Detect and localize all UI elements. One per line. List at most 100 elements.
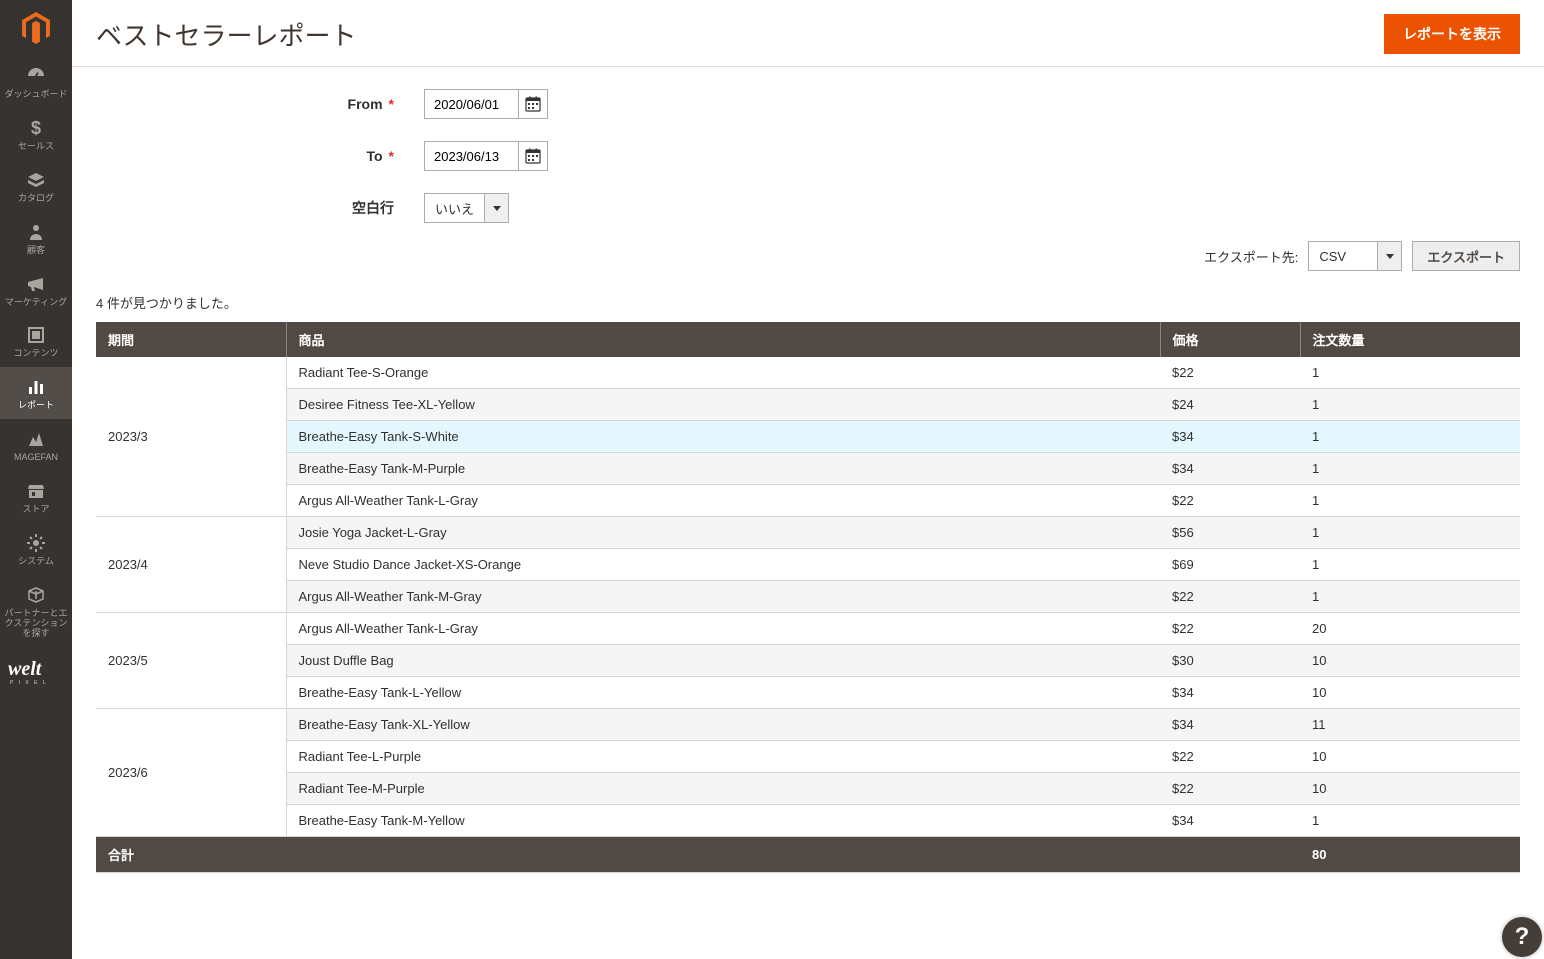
footer-blank-product: [286, 837, 1160, 873]
magento-logo[interactable]: [0, 0, 72, 56]
report-table-wrapper: 期間 商品 価格 注文数量 2023/3Radiant Tee-S-Orange…: [72, 322, 1544, 903]
sidebar-item-label: ダッシュボード: [2, 90, 70, 100]
to-date-picker-button[interactable]: [518, 141, 548, 171]
to-date-input[interactable]: [424, 141, 518, 171]
magefan-icon: [25, 429, 47, 449]
export-group: エクスポート先: CSV エクスポート: [1204, 241, 1520, 271]
product-cell: Radiant Tee-L-Purple: [286, 741, 1160, 773]
sidebar-item-stores[interactable]: ストア: [0, 471, 72, 523]
sidebar-item-partners[interactable]: パートナーとエクステンションを探す: [0, 575, 72, 647]
qty-cell: 1: [1300, 549, 1520, 581]
price-cell: $69: [1160, 549, 1300, 581]
table-row: Breathe-Easy Tank-S-White$341: [96, 421, 1520, 453]
table-row: Argus All-Weather Tank-M-Gray$221: [96, 581, 1520, 613]
sidebar-item-label: MAGEFAN: [2, 453, 70, 463]
filter-row-to: To *: [96, 141, 1520, 171]
table-row: Radiant Tee-M-Purple$2210: [96, 773, 1520, 805]
filter-row-empty-rows: 空白行 いいえ: [96, 193, 1520, 223]
table-row: 2023/5Argus All-Weather Tank-L-Gray$2220: [96, 613, 1520, 645]
main-content: ベストセラーレポート レポートを表示 From *: [72, 0, 1544, 959]
price-cell: $34: [1160, 453, 1300, 485]
from-label-wrap: From *: [96, 96, 424, 112]
price-cell: $34: [1160, 677, 1300, 709]
qty-cell: 1: [1300, 485, 1520, 517]
table-row: Desiree Fitness Tee-XL-Yellow$241: [96, 389, 1520, 421]
sidebar-item-label: 顧客: [2, 246, 70, 256]
qty-cell: 10: [1300, 677, 1520, 709]
table-row: 2023/6Breathe-Easy Tank-XL-Yellow$3411: [96, 709, 1520, 741]
product-cell: Radiant Tee-S-Orange: [286, 357, 1160, 389]
table-row: 2023/3Radiant Tee-S-Orange$221: [96, 357, 1520, 389]
qty-cell: 1: [1300, 389, 1520, 421]
price-cell: $56: [1160, 517, 1300, 549]
table-row: Neve Studio Dance Jacket-XS-Orange$691: [96, 549, 1520, 581]
export-format-select[interactable]: CSV: [1308, 241, 1402, 271]
price-cell: $34: [1160, 805, 1300, 837]
sidebar-item-catalog[interactable]: カタログ: [0, 160, 72, 212]
table-row: Radiant Tee-L-Purple$2210: [96, 741, 1520, 773]
qty-cell: 1: [1300, 453, 1520, 485]
col-header-interval[interactable]: 期間: [96, 322, 286, 357]
product-cell: Breathe-Easy Tank-M-Yellow: [286, 805, 1160, 837]
sidebar-item-magefan[interactable]: MAGEFAN: [0, 419, 72, 471]
price-cell: $22: [1160, 773, 1300, 805]
price-cell: $22: [1160, 741, 1300, 773]
sidebar-item-sales[interactable]: $セールス: [0, 108, 72, 160]
col-header-price[interactable]: 価格: [1160, 322, 1300, 357]
product-cell: Argus All-Weather Tank-L-Gray: [286, 485, 1160, 517]
qty-cell: 1: [1300, 581, 1520, 613]
product-cell: Argus All-Weather Tank-M-Gray: [286, 581, 1160, 613]
col-header-product[interactable]: 商品: [286, 322, 1160, 357]
sidebar-item-label: マーケティング: [2, 298, 70, 308]
from-date-input[interactable]: [424, 89, 518, 119]
qty-cell: 10: [1300, 645, 1520, 677]
svg-text:welt: welt: [8, 658, 43, 680]
report-filters: From *: [72, 67, 1544, 241]
magento-logo-icon: [22, 12, 50, 44]
sidebar-item-label: コンテンツ: [2, 349, 70, 359]
from-date-picker-button[interactable]: [518, 89, 548, 119]
price-cell: $22: [1160, 357, 1300, 389]
to-date-wrapper: [424, 141, 548, 171]
export-format-dropdown-button[interactable]: [1378, 241, 1402, 271]
sidebar-item-content[interactable]: コンテンツ: [0, 315, 72, 367]
qty-cell: 20: [1300, 613, 1520, 645]
sidebar-item-label: パートナーとエクステンションを探す: [2, 609, 70, 639]
footer-blank-price: [1160, 837, 1300, 873]
weltpixel-logo[interactable]: welt P I X E L: [0, 647, 72, 695]
from-label: From: [348, 96, 383, 112]
sidebar-item-label: セールス: [2, 142, 70, 152]
qty-cell: 10: [1300, 741, 1520, 773]
help-fab[interactable]: ?: [1502, 917, 1542, 957]
interval-cell: 2023/3: [96, 357, 286, 517]
table-row: Breathe-Easy Tank-M-Purple$341: [96, 453, 1520, 485]
price-cell: $24: [1160, 389, 1300, 421]
price-cell: $22: [1160, 485, 1300, 517]
empty-rows-dropdown-button[interactable]: [485, 193, 509, 223]
table-header-row: 期間 商品 価格 注文数量: [96, 322, 1520, 357]
page-title: ベストセラーレポート: [96, 16, 1384, 53]
product-cell: Argus All-Weather Tank-L-Gray: [286, 613, 1160, 645]
stores-icon: [25, 481, 47, 501]
export-format-value: CSV: [1308, 241, 1378, 271]
page-header: ベストセラーレポート レポートを表示: [72, 0, 1544, 67]
sidebar-item-system[interactable]: システム: [0, 523, 72, 575]
sidebar-item-label: カタログ: [2, 194, 70, 204]
table-row: Joust Duffle Bag$3010: [96, 645, 1520, 677]
content-icon: [25, 325, 47, 345]
sidebar-item-label: システム: [2, 557, 70, 567]
export-button[interactable]: エクスポート: [1412, 241, 1520, 271]
empty-rows-select[interactable]: いいえ: [424, 193, 509, 223]
sidebar-item-dashboard[interactable]: ダッシュボード: [0, 56, 72, 108]
price-cell: $22: [1160, 613, 1300, 645]
sidebar-item-label: ストア: [2, 505, 70, 515]
col-header-qty[interactable]: 注文数量: [1300, 322, 1520, 357]
interval-cell: 2023/5: [96, 613, 286, 709]
qty-cell: 1: [1300, 517, 1520, 549]
product-cell: Breathe-Easy Tank-XL-Yellow: [286, 709, 1160, 741]
show-report-button[interactable]: レポートを表示: [1384, 14, 1520, 54]
sidebar-item-marketing[interactable]: マーケティング: [0, 264, 72, 316]
sidebar-item-reports[interactable]: レポート: [0, 367, 72, 419]
price-cell: $22: [1160, 581, 1300, 613]
sidebar-item-customers[interactable]: 顧客: [0, 212, 72, 264]
